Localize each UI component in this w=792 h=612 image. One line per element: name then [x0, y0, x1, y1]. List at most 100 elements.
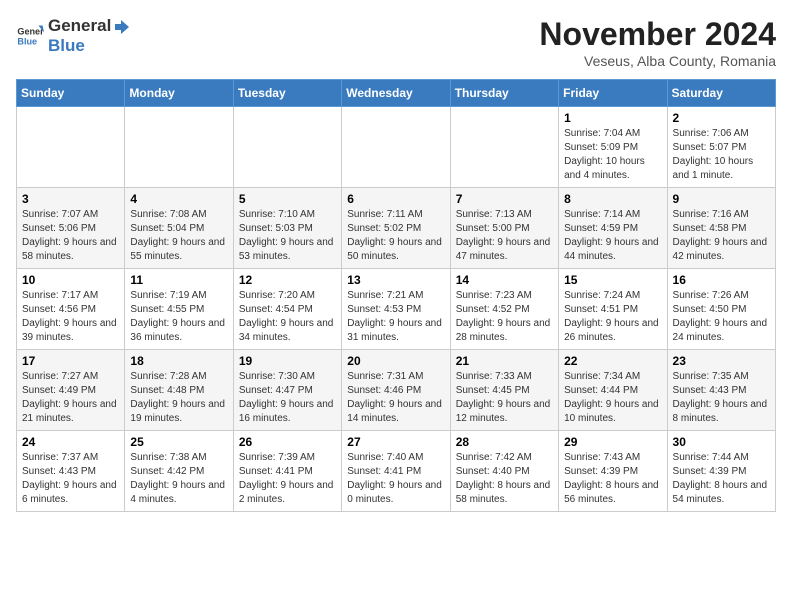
day-number: 21	[456, 354, 553, 368]
logo-arrow-icon	[113, 18, 131, 36]
logo-text: General Blue	[48, 16, 133, 56]
day-info: Sunrise: 7:23 AM Sunset: 4:52 PM Dayligh…	[456, 289, 553, 345]
day-number: 23	[673, 354, 770, 368]
day-number: 15	[564, 273, 661, 287]
day-info: Sunrise: 7:34 AM Sunset: 4:44 PM Dayligh…	[564, 370, 661, 426]
day-info: Sunrise: 7:21 AM Sunset: 4:53 PM Dayligh…	[347, 289, 444, 345]
day-number: 8	[564, 192, 661, 206]
day-number: 9	[673, 192, 770, 206]
day-number: 25	[130, 435, 227, 449]
day-info: Sunrise: 7:07 AM Sunset: 5:06 PM Dayligh…	[22, 208, 119, 264]
day-number: 4	[130, 192, 227, 206]
day-info: Sunrise: 7:37 AM Sunset: 4:43 PM Dayligh…	[22, 451, 119, 507]
calendar-week-row: 17 Sunrise: 7:27 AM Sunset: 4:49 PM Dayli…	[17, 350, 776, 431]
day-info: Sunrise: 7:24 AM Sunset: 4:51 PM Dayligh…	[564, 289, 661, 345]
day-number: 3	[22, 192, 119, 206]
day-info: Sunrise: 7:38 AM Sunset: 4:42 PM Dayligh…	[130, 451, 227, 507]
day-info: Sunrise: 7:43 AM Sunset: 4:39 PM Dayligh…	[564, 451, 661, 507]
calendar-cell: 29Sunrise: 7:43 AM Sunset: 4:39 PM Dayli…	[559, 431, 667, 512]
calendar-cell: 19Sunrise: 7:30 AM Sunset: 4:47 PM Dayli…	[233, 350, 341, 431]
svg-text:General: General	[17, 27, 44, 37]
day-info: Sunrise: 7:13 AM Sunset: 5:00 PM Dayligh…	[456, 208, 553, 264]
day-info: Sunrise: 7:08 AM Sunset: 5:04 PM Dayligh…	[130, 208, 227, 264]
day-number: 26	[239, 435, 336, 449]
calendar-cell: 12Sunrise: 7:20 AM Sunset: 4:54 PM Dayli…	[233, 269, 341, 350]
svg-text:Blue: Blue	[17, 36, 37, 46]
calendar-cell: 21 Sunrise: 7:33 AM Sunset: 4:45 PM Dayli…	[450, 350, 558, 431]
calendar-cell: 3 Sunrise: 7:07 AM Sunset: 5:06 PM Daylig…	[17, 188, 125, 269]
calendar-cell	[125, 107, 233, 188]
calendar-week-row: 1 Sunrise: 7:04 AM Sunset: 5:09 PM Daylig…	[17, 107, 776, 188]
calendar-cell: 4 Sunrise: 7:08 AM Sunset: 5:04 PM Daylig…	[125, 188, 233, 269]
calendar-header-row: SundayMondayTuesdayWednesdayThursdayFrid…	[17, 80, 776, 107]
day-info: Sunrise: 7:14 AM Sunset: 4:59 PM Dayligh…	[564, 208, 661, 264]
calendar-cell: 9 Sunrise: 7:16 AM Sunset: 4:58 PM Daylig…	[667, 188, 775, 269]
day-number: 6	[347, 192, 444, 206]
day-info: Sunrise: 7:35 AM Sunset: 4:43 PM Dayligh…	[673, 370, 770, 426]
calendar-cell: 1 Sunrise: 7:04 AM Sunset: 5:09 PM Daylig…	[559, 107, 667, 188]
logo-icon: General Blue	[16, 22, 44, 50]
day-info: Sunrise: 7:28 AM Sunset: 4:48 PM Dayligh…	[130, 370, 227, 426]
calendar-cell: 25 Sunrise: 7:38 AM Sunset: 4:42 PM Dayli…	[125, 431, 233, 512]
header: General Blue General Blue November 2024 …	[16, 16, 776, 69]
logo: General Blue General Blue	[16, 16, 133, 56]
day-number: 11	[130, 273, 227, 287]
calendar-cell	[17, 107, 125, 188]
calendar-cell: 5Sunrise: 7:10 AM Sunset: 5:03 PM Daylig…	[233, 188, 341, 269]
calendar-cell: 28Sunrise: 7:42 AM Sunset: 4:40 PM Dayli…	[450, 431, 558, 512]
calendar-cell: 11 Sunrise: 7:19 AM Sunset: 4:55 PM Dayli…	[125, 269, 233, 350]
day-number: 17	[22, 354, 119, 368]
day-number: 1	[564, 111, 661, 125]
day-info: Sunrise: 7:39 AM Sunset: 4:41 PM Dayligh…	[239, 451, 336, 507]
calendar-cell: 22Sunrise: 7:34 AM Sunset: 4:44 PM Dayli…	[559, 350, 667, 431]
calendar-week-row: 10 Sunrise: 7:17 AM Sunset: 4:56 PM Dayli…	[17, 269, 776, 350]
day-info: Sunrise: 7:30 AM Sunset: 4:47 PM Dayligh…	[239, 370, 336, 426]
weekday-header: Tuesday	[233, 80, 341, 107]
day-info: Sunrise: 7:19 AM Sunset: 4:55 PM Dayligh…	[130, 289, 227, 345]
day-info: Sunrise: 7:31 AM Sunset: 4:46 PM Dayligh…	[347, 370, 444, 426]
day-info: Sunrise: 7:04 AM Sunset: 5:09 PM Dayligh…	[564, 127, 661, 183]
calendar-cell: 14Sunrise: 7:23 AM Sunset: 4:52 PM Dayli…	[450, 269, 558, 350]
day-info: Sunrise: 7:17 AM Sunset: 4:56 PM Dayligh…	[22, 289, 119, 345]
day-info: Sunrise: 7:27 AM Sunset: 4:49 PM Dayligh…	[22, 370, 119, 426]
calendar-cell: 10 Sunrise: 7:17 AM Sunset: 4:56 PM Dayli…	[17, 269, 125, 350]
calendar-cell: 24 Sunrise: 7:37 AM Sunset: 4:43 PM Dayli…	[17, 431, 125, 512]
calendar-cell: 20 Sunrise: 7:31 AM Sunset: 4:46 PM Dayli…	[342, 350, 450, 431]
calendar-cell: 16 Sunrise: 7:26 AM Sunset: 4:50 PM Dayli…	[667, 269, 775, 350]
day-info: Sunrise: 7:20 AM Sunset: 4:54 PM Dayligh…	[239, 289, 336, 345]
calendar-cell: 7 Sunrise: 7:13 AM Sunset: 5:00 PM Daylig…	[450, 188, 558, 269]
calendar-table: SundayMondayTuesdayWednesdayThursdayFrid…	[16, 79, 776, 512]
calendar-cell: 17 Sunrise: 7:27 AM Sunset: 4:49 PM Dayli…	[17, 350, 125, 431]
day-number: 27	[347, 435, 444, 449]
day-number: 20	[347, 354, 444, 368]
day-info: Sunrise: 7:16 AM Sunset: 4:58 PM Dayligh…	[673, 208, 770, 264]
calendar-cell: 6Sunrise: 7:11 AM Sunset: 5:02 PM Daylig…	[342, 188, 450, 269]
day-number: 10	[22, 273, 119, 287]
calendar-cell: 13 Sunrise: 7:21 AM Sunset: 4:53 PM Dayli…	[342, 269, 450, 350]
day-number: 16	[673, 273, 770, 287]
calendar-cell: 2 Sunrise: 7:06 AM Sunset: 5:07 PM Daylig…	[667, 107, 775, 188]
title-area: November 2024 Veseus, Alba County, Roman…	[539, 16, 776, 69]
day-number: 28	[456, 435, 553, 449]
day-info: Sunrise: 7:06 AM Sunset: 5:07 PM Dayligh…	[673, 127, 770, 183]
weekday-header: Sunday	[17, 80, 125, 107]
day-number: 24	[22, 435, 119, 449]
day-number: 2	[673, 111, 770, 125]
weekday-header: Wednesday	[342, 80, 450, 107]
day-number: 13	[347, 273, 444, 287]
location-title: Veseus, Alba County, Romania	[539, 53, 776, 69]
weekday-header: Monday	[125, 80, 233, 107]
calendar-week-row: 3 Sunrise: 7:07 AM Sunset: 5:06 PM Daylig…	[17, 188, 776, 269]
calendar-cell: 26 Sunrise: 7:39 AM Sunset: 4:41 PM Dayli…	[233, 431, 341, 512]
weekday-header: Friday	[559, 80, 667, 107]
day-number: 18	[130, 354, 227, 368]
day-info: Sunrise: 7:33 AM Sunset: 4:45 PM Dayligh…	[456, 370, 553, 426]
calendar-cell: 8 Sunrise: 7:14 AM Sunset: 4:59 PM Daylig…	[559, 188, 667, 269]
day-info: Sunrise: 7:26 AM Sunset: 4:50 PM Dayligh…	[673, 289, 770, 345]
day-number: 30	[673, 435, 770, 449]
day-info: Sunrise: 7:10 AM Sunset: 5:03 PM Dayligh…	[239, 208, 336, 264]
day-info: Sunrise: 7:44 AM Sunset: 4:39 PM Dayligh…	[673, 451, 770, 507]
calendar-cell: 15 Sunrise: 7:24 AM Sunset: 4:51 PM Dayli…	[559, 269, 667, 350]
day-number: 7	[456, 192, 553, 206]
calendar-week-row: 24 Sunrise: 7:37 AM Sunset: 4:43 PM Dayli…	[17, 431, 776, 512]
